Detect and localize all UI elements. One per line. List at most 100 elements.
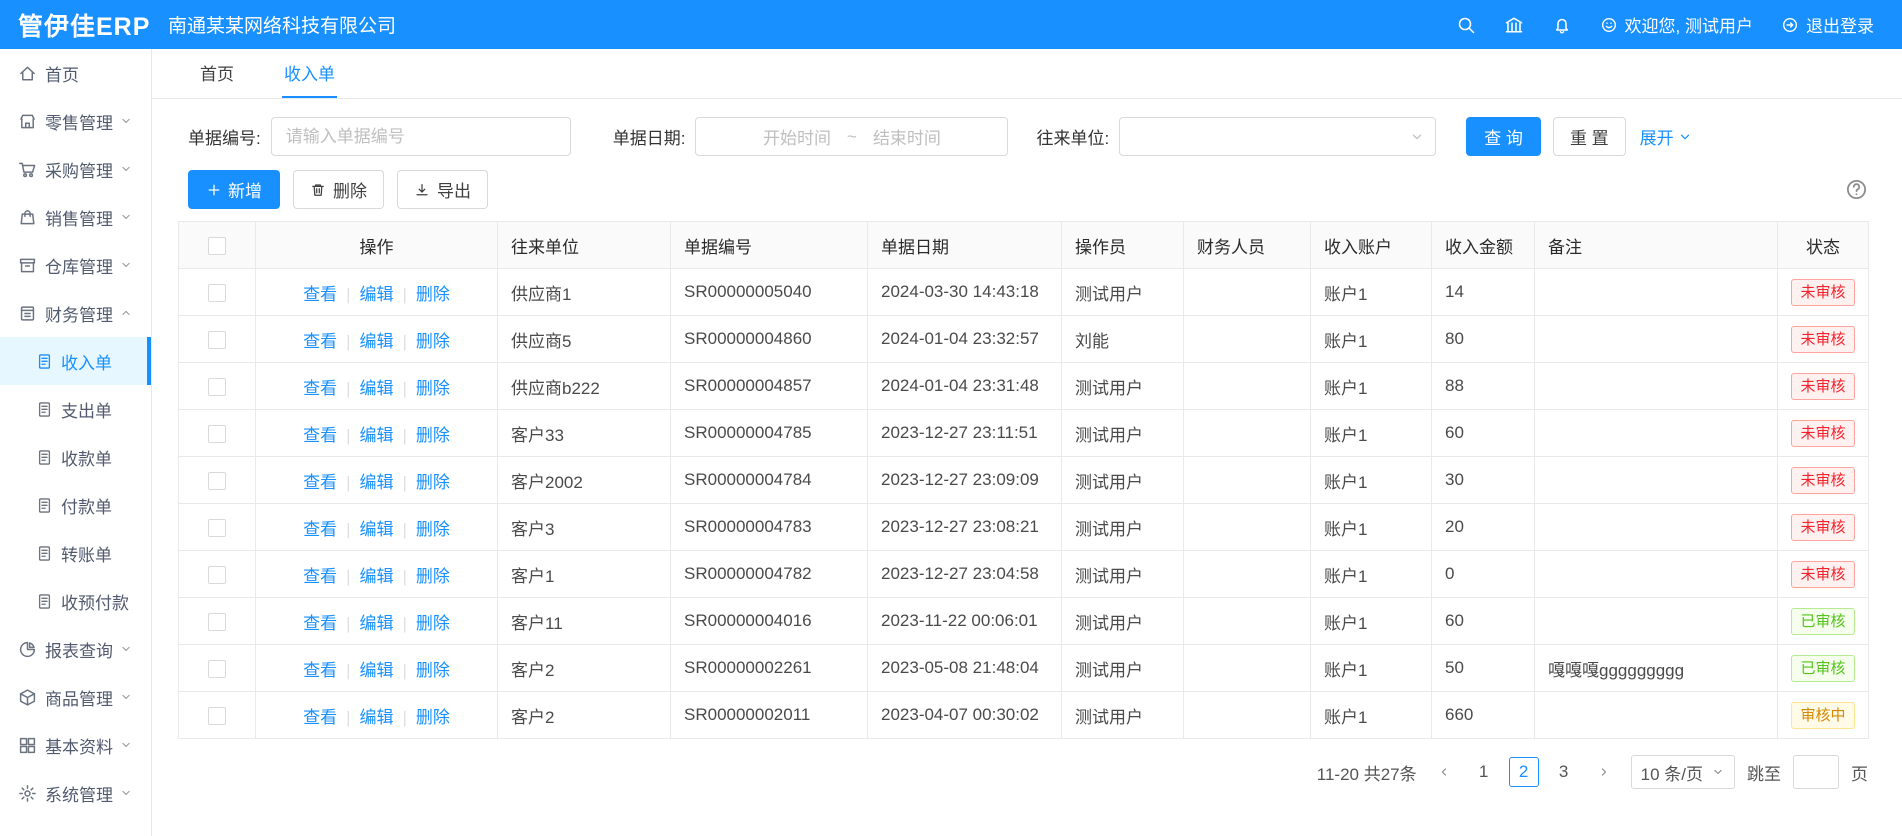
delete-link[interactable]: 删除 <box>416 285 450 304</box>
bell-icon[interactable] <box>1552 15 1572 35</box>
sidebar-item-retail[interactable]: 零售管理 <box>0 97 151 145</box>
sidebar-item-goods[interactable]: 商品管理 <box>0 673 151 721</box>
row-checkbox[interactable] <box>208 613 226 631</box>
bank-icon[interactable] <box>1504 15 1524 35</box>
prev-page-button[interactable] <box>1429 757 1459 787</box>
sidebar-item-system[interactable]: 系统管理 <box>0 769 151 817</box>
delete-link[interactable]: 删除 <box>416 379 450 398</box>
company-name: 南通某某网络科技有限公司 <box>168 11 396 38</box>
tab-home[interactable]: 首页 <box>198 49 236 98</box>
sidebar-item-finance[interactable]: 财务管理 <box>0 289 151 337</box>
sidebar-item-label: 报表查询 <box>45 637 113 662</box>
help-icon[interactable] <box>1845 178 1868 201</box>
row-checkbox[interactable] <box>208 425 226 443</box>
cell-actions: 查看|编辑|删除 <box>256 316 498 363</box>
page-button-1[interactable]: 1 <box>1469 757 1499 787</box>
search-icon[interactable] <box>1456 15 1476 35</box>
view-link[interactable]: 查看 <box>303 567 337 586</box>
page-button-2[interactable]: 2 <box>1509 757 1539 787</box>
logout-button[interactable]: 退出登录 <box>1781 12 1874 37</box>
sidebar-item-home[interactable]: 首页 <box>0 49 151 97</box>
table-row: 查看|编辑|删除客户1SR000000047822023-12-27 23:04… <box>179 551 1869 598</box>
edit-link[interactable]: 编辑 <box>360 614 394 633</box>
cell-partner: 客户1 <box>498 551 671 598</box>
page-size-select[interactable]: 10 条/页 <box>1631 755 1735 789</box>
edit-link[interactable]: 编辑 <box>360 567 394 586</box>
expand-link[interactable]: 展开 <box>1640 124 1693 149</box>
delete-link[interactable]: 删除 <box>416 473 450 492</box>
row-checkbox[interactable] <box>208 284 226 302</box>
view-link[interactable]: 查看 <box>303 332 337 351</box>
delete-link[interactable]: 删除 <box>416 614 450 633</box>
sidebar-item-basedata[interactable]: 基本资料 <box>0 721 151 769</box>
cell-operator: 刘能 <box>1062 316 1184 363</box>
delete-link[interactable]: 删除 <box>416 708 450 727</box>
delete-link[interactable]: 删除 <box>416 661 450 680</box>
row-checkbox[interactable] <box>208 660 226 678</box>
edit-link[interactable]: 编辑 <box>360 473 394 492</box>
view-link[interactable]: 查看 <box>303 661 337 680</box>
view-link[interactable]: 查看 <box>303 708 337 727</box>
sidebar-item-expense-bill[interactable]: 支出单 <box>0 385 151 433</box>
welcome-user[interactable]: 欢迎您, 测试用户 <box>1600 12 1753 37</box>
sidebar-item-purchase[interactable]: 采购管理 <box>0 145 151 193</box>
view-link[interactable]: 查看 <box>303 379 337 398</box>
cell-actions: 查看|编辑|删除 <box>256 504 498 551</box>
delete-link[interactable]: 删除 <box>416 426 450 445</box>
sidebar-item-receipt-bill[interactable]: 收款单 <box>0 433 151 481</box>
edit-link[interactable]: 编辑 <box>360 332 394 351</box>
sidebar-item-reports[interactable]: 报表查询 <box>0 625 151 673</box>
view-link[interactable]: 查看 <box>303 520 337 539</box>
tab-income-bill[interactable]: 收入单 <box>282 49 337 98</box>
row-checkbox[interactable] <box>208 707 226 725</box>
add-button[interactable]: 新增 <box>188 170 280 209</box>
archive-icon <box>18 256 37 275</box>
edit-link[interactable]: 编辑 <box>360 520 394 539</box>
table-body: 查看|编辑|删除供应商1SR000000050402024-03-30 14:4… <box>179 269 1869 739</box>
sidebar-item-payment-bill[interactable]: 付款单 <box>0 481 151 529</box>
edit-link[interactable]: 编辑 <box>360 661 394 680</box>
sidebar-item-sales[interactable]: 销售管理 <box>0 193 151 241</box>
row-checkbox[interactable] <box>208 519 226 537</box>
row-checkbox[interactable] <box>208 566 226 584</box>
edit-link[interactable]: 编辑 <box>360 379 394 398</box>
delete-link[interactable]: 删除 <box>416 520 450 539</box>
view-link[interactable]: 查看 <box>303 473 337 492</box>
view-link[interactable]: 查看 <box>303 426 337 445</box>
row-checkbox[interactable] <box>208 472 226 490</box>
sidebar-item-advance-bill[interactable]: 收预付款 <box>0 577 151 625</box>
page-button-3[interactable]: 3 <box>1549 757 1579 787</box>
edit-link[interactable]: 编辑 <box>360 708 394 727</box>
sidebar-item-income-bill[interactable]: 收入单 <box>0 337 151 385</box>
column-header: 收入账户 <box>1311 222 1432 269</box>
cell-remark <box>1535 410 1778 457</box>
edit-link[interactable]: 编辑 <box>360 426 394 445</box>
delete-link[interactable]: 删除 <box>416 332 450 351</box>
sidebar-item-warehouse[interactable]: 仓库管理 <box>0 241 151 289</box>
view-link[interactable]: 查看 <box>303 614 337 633</box>
date-separator: ~ <box>847 127 857 147</box>
delete-button[interactable]: 删除 <box>293 170 384 209</box>
row-checkbox[interactable] <box>208 331 226 349</box>
next-page-button[interactable] <box>1589 757 1619 787</box>
cell-bill_no: SR00000004782 <box>671 551 868 598</box>
select-all-checkbox[interactable] <box>208 237 226 255</box>
chevron-down-icon <box>119 738 133 752</box>
search-button[interactable]: 查 询 <box>1466 117 1541 156</box>
link-separator: | <box>346 332 350 351</box>
export-button[interactable]: 导出 <box>397 170 488 209</box>
sidebar-item-label: 采购管理 <box>45 157 113 182</box>
delete-link[interactable]: 删除 <box>416 567 450 586</box>
partner-select[interactable] <box>1119 117 1436 156</box>
sidebar-item-label: 财务管理 <box>45 301 113 326</box>
jump-unit: 页 <box>1851 760 1868 785</box>
row-checkbox[interactable] <box>208 378 226 396</box>
edit-link[interactable]: 编辑 <box>360 285 394 304</box>
date-range-input[interactable]: 开始时间 ~ 结束时间 <box>695 117 1008 156</box>
view-link[interactable]: 查看 <box>303 285 337 304</box>
sidebar-item-transfer-bill[interactable]: 转账单 <box>0 529 151 577</box>
reset-button[interactable]: 重 置 <box>1553 117 1626 156</box>
jump-input[interactable] <box>1793 755 1839 789</box>
bill-no-input[interactable] <box>271 117 571 156</box>
table-row: 查看|编辑|删除客户2SR000000022612023-05-08 21:48… <box>179 645 1869 692</box>
